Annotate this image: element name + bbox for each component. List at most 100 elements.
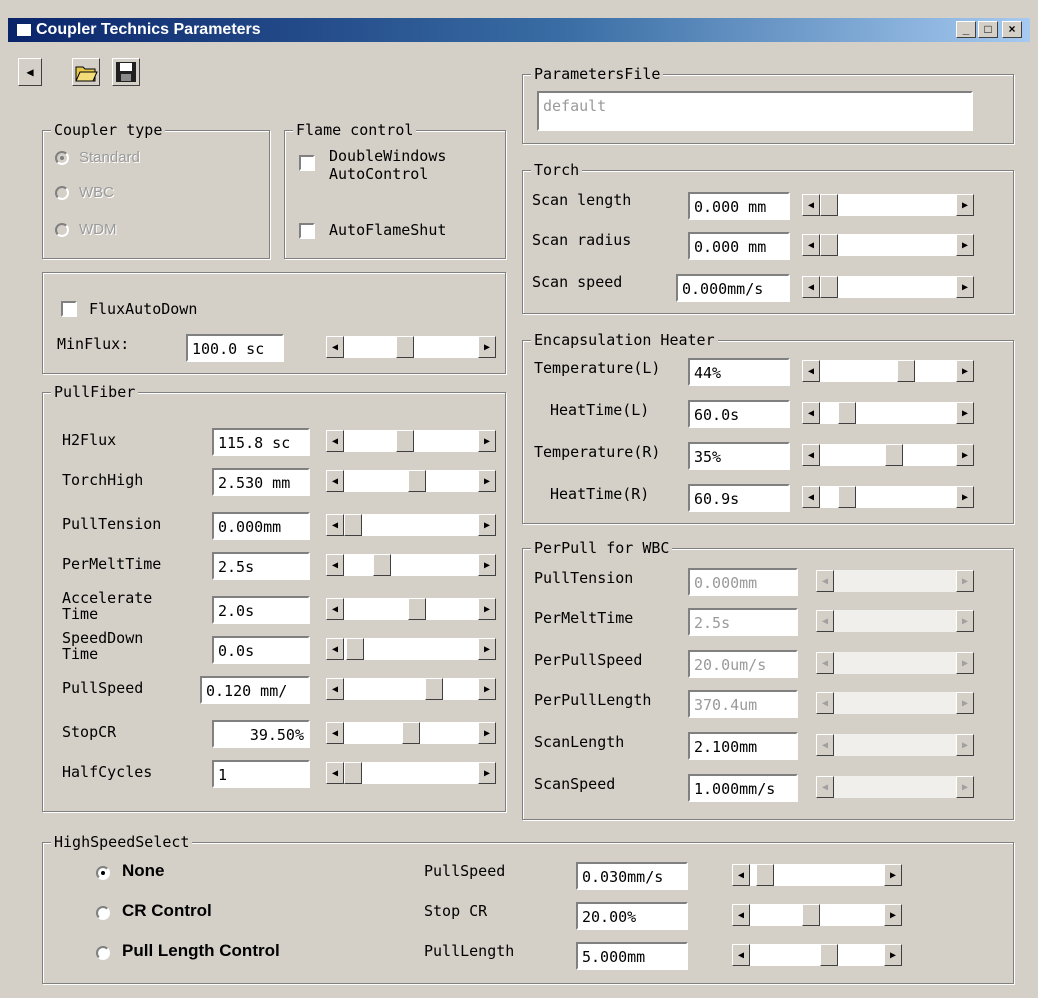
heater-input-2[interactable]: 35% xyxy=(688,442,790,470)
torch-slider-0[interactable]: ◀ ▶ xyxy=(802,194,974,216)
scroll-track[interactable] xyxy=(344,554,478,576)
scroll-track[interactable] xyxy=(820,360,956,382)
torch-slider-1[interactable]: ◀ ▶ xyxy=(802,234,974,256)
scroll-right-arrow-icon[interactable]: ▶ xyxy=(478,336,496,358)
scroll-right-arrow-icon[interactable]: ▶ xyxy=(956,276,974,298)
scroll-left-arrow-icon[interactable]: ◀ xyxy=(326,722,344,744)
high-speed-input-2[interactable]: 5.000mm xyxy=(576,942,688,970)
scroll-right-arrow-icon[interactable]: ▶ xyxy=(478,638,496,660)
wbc-slider-2[interactable]: ◀ ▶ xyxy=(816,652,974,674)
open-folder-button[interactable] xyxy=(72,58,100,86)
wbc-slider-1[interactable]: ◀ ▶ xyxy=(816,610,974,632)
scroll-thumb[interactable] xyxy=(820,234,838,256)
pull-fiber-slider-0[interactable]: ◀ ▶ xyxy=(326,430,496,452)
scroll-left-arrow-icon[interactable]: ◀ xyxy=(802,486,820,508)
scroll-right-arrow-icon[interactable]: ▶ xyxy=(884,864,902,886)
scroll-left-arrow-icon[interactable]: ◀ xyxy=(732,864,750,886)
heater-input-0[interactable]: 44% xyxy=(688,358,790,386)
heater-slider-0[interactable]: ◀ ▶ xyxy=(802,360,974,382)
scroll-thumb[interactable] xyxy=(396,430,414,452)
wbc-input-0[interactable]: 0.000mm xyxy=(688,568,798,596)
scroll-thumb[interactable] xyxy=(885,444,903,466)
scroll-left-arrow-icon[interactable]: ◀ xyxy=(802,444,820,466)
scroll-track[interactable] xyxy=(344,514,478,536)
wbc-input-2[interactable]: 20.0um/s xyxy=(688,650,798,678)
scroll-thumb[interactable] xyxy=(408,598,426,620)
torch-input-0[interactable]: 0.000 mm xyxy=(688,192,790,220)
high-speed-slider-2[interactable]: ◀ ▶ xyxy=(732,944,902,966)
wbc-slider-5[interactable]: ◀ ▶ xyxy=(816,776,974,798)
pull-fiber-input-6[interactable]: 0.120 mm/ xyxy=(200,676,310,704)
high-speed-slider-1[interactable]: ◀ ▶ xyxy=(732,904,902,926)
scroll-left-arrow-icon[interactable]: ◀ xyxy=(802,234,820,256)
scroll-thumb[interactable] xyxy=(756,864,774,886)
high-speed-slider-0[interactable]: ◀ ▶ xyxy=(732,864,902,886)
high-speed-radio-0[interactable] xyxy=(96,866,110,880)
scroll-left-arrow-icon[interactable]: ◀ xyxy=(326,762,344,784)
heater-input-3[interactable]: 60.9s xyxy=(688,484,790,512)
scroll-thumb[interactable] xyxy=(373,554,391,576)
pull-fiber-slider-7[interactable]: ◀ ▶ xyxy=(326,722,496,744)
scroll-track[interactable] xyxy=(820,276,956,298)
torch-slider-2[interactable]: ◀ ▶ xyxy=(802,276,974,298)
torch-input-1[interactable]: 0.000 mm xyxy=(688,232,790,260)
scroll-left-arrow-icon[interactable]: ◀ xyxy=(802,194,820,216)
scroll-thumb[interactable] xyxy=(344,514,362,536)
scroll-right-arrow-icon[interactable]: ▶ xyxy=(478,678,496,700)
scroll-track[interactable] xyxy=(750,904,884,926)
parameters-file-input[interactable]: default xyxy=(537,91,973,131)
scroll-left-arrow-icon[interactable]: ◀ xyxy=(326,336,344,358)
pull-fiber-input-1[interactable]: 2.530 mm xyxy=(212,468,310,496)
scroll-thumb[interactable] xyxy=(425,678,443,700)
scroll-right-arrow-icon[interactable]: ▶ xyxy=(956,402,974,424)
scroll-right-arrow-icon[interactable]: ▶ xyxy=(956,444,974,466)
wbc-slider-0[interactable]: ◀ ▶ xyxy=(816,570,974,592)
scroll-thumb[interactable] xyxy=(820,944,838,966)
flux-auto-down-checkbox[interactable] xyxy=(61,301,77,317)
scroll-left-arrow-icon[interactable]: ◀ xyxy=(802,276,820,298)
pull-fiber-slider-5[interactable]: ◀ ▶ xyxy=(326,638,496,660)
wbc-slider-3[interactable]: ◀ ▶ xyxy=(816,692,974,714)
pull-fiber-input-0[interactable]: 115.8 sc xyxy=(212,428,310,456)
pull-fiber-input-7[interactable]: 39.50% xyxy=(212,720,310,748)
scroll-right-arrow-icon[interactable]: ▶ xyxy=(884,904,902,926)
heater-input-1[interactable]: 60.0s xyxy=(688,400,790,428)
scroll-left-arrow-icon[interactable]: ◀ xyxy=(326,638,344,660)
scroll-track[interactable] xyxy=(344,598,478,620)
scroll-track[interactable] xyxy=(344,470,478,492)
wbc-input-1[interactable]: 2.5s xyxy=(688,608,798,636)
scroll-thumb[interactable] xyxy=(838,402,856,424)
heater-slider-3[interactable]: ◀ ▶ xyxy=(802,486,974,508)
scroll-track[interactable] xyxy=(750,944,884,966)
pull-fiber-slider-1[interactable]: ◀ ▶ xyxy=(326,470,496,492)
heater-slider-2[interactable]: ◀ ▶ xyxy=(802,444,974,466)
scroll-left-arrow-icon[interactable]: ◀ xyxy=(802,402,820,424)
scroll-left-arrow-icon[interactable]: ◀ xyxy=(326,514,344,536)
scroll-track[interactable] xyxy=(344,762,478,784)
scroll-thumb[interactable] xyxy=(820,276,838,298)
scroll-left-arrow-icon[interactable]: ◀ xyxy=(802,360,820,382)
high-speed-radio-2[interactable] xyxy=(96,946,110,960)
scroll-left-arrow-icon[interactable]: ◀ xyxy=(326,470,344,492)
pull-fiber-slider-2[interactable]: ◀ ▶ xyxy=(326,514,496,536)
high-speed-radio-1[interactable] xyxy=(96,906,110,920)
scroll-right-arrow-icon[interactable]: ▶ xyxy=(478,722,496,744)
pull-fiber-slider-3[interactable]: ◀ ▶ xyxy=(326,554,496,576)
min-flux-slider[interactable]: ◀ ▶ xyxy=(326,336,496,358)
wbc-input-4[interactable]: 2.100mm xyxy=(688,732,798,760)
wbc-input-5[interactable]: 1.000mm/s xyxy=(688,774,798,802)
pull-fiber-slider-6[interactable]: ◀ ▶ xyxy=(326,678,496,700)
wbc-input-3[interactable]: 370.4um xyxy=(688,690,798,718)
scroll-right-arrow-icon[interactable]: ▶ xyxy=(478,430,496,452)
pull-fiber-input-4[interactable]: 2.0s xyxy=(212,596,310,624)
scroll-right-arrow-icon[interactable]: ▶ xyxy=(956,486,974,508)
scroll-left-arrow-icon[interactable]: ◀ xyxy=(326,678,344,700)
scroll-right-arrow-icon[interactable]: ▶ xyxy=(956,234,974,256)
scroll-right-arrow-icon[interactable]: ▶ xyxy=(478,762,496,784)
scroll-track[interactable] xyxy=(750,864,884,886)
scroll-track[interactable] xyxy=(344,638,478,660)
scroll-track[interactable] xyxy=(344,722,478,744)
min-flux-input[interactable]: 100.0 sc xyxy=(186,334,284,362)
pull-fiber-slider-4[interactable]: ◀ ▶ xyxy=(326,598,496,620)
scroll-thumb[interactable] xyxy=(897,360,915,382)
